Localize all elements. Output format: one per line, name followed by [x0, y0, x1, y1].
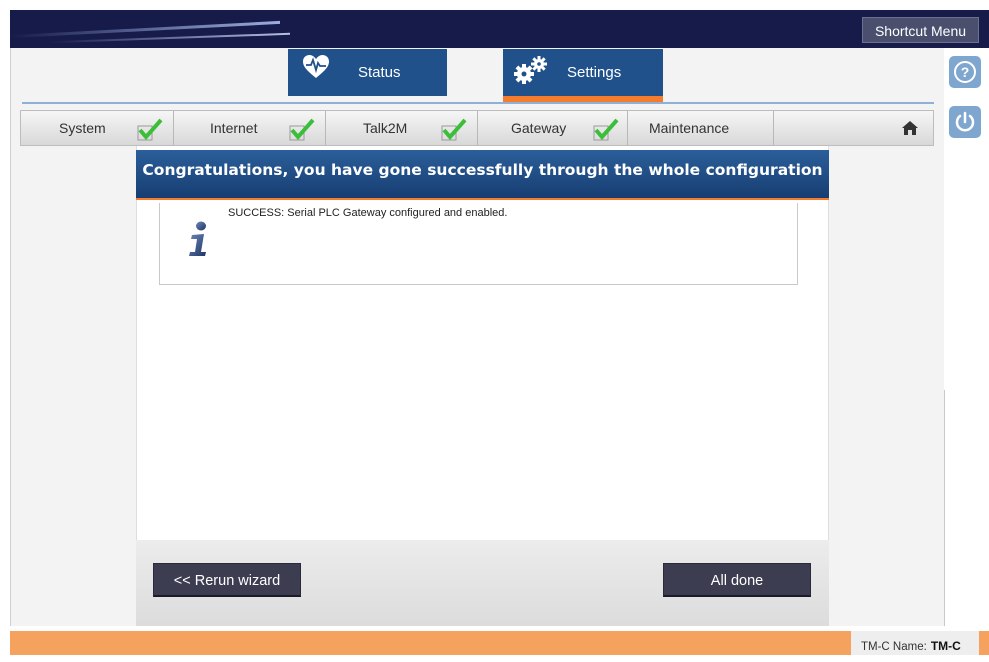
check-icon [137, 118, 163, 141]
check-icon [441, 118, 467, 141]
divider [477, 111, 478, 145]
tab-settings-label: Settings [567, 64, 622, 81]
all-done-button[interactable]: All done [663, 563, 811, 597]
congratulations-banner: Congratulations, you have gone successfu… [136, 150, 829, 200]
svg-text:?: ? [961, 64, 970, 80]
check-icon [593, 118, 619, 141]
shortcut-menu-button[interactable]: Shortcut Menu [862, 17, 979, 43]
step-system[interactable]: System [59, 111, 106, 145]
help-icon: ? [954, 61, 976, 83]
power-icon [955, 111, 975, 132]
step-internet[interactable]: Internet [210, 111, 257, 145]
home-icon[interactable] [901, 120, 919, 136]
gears-icon [514, 56, 547, 84]
tab-status-label: Status [358, 64, 401, 81]
tab-status[interactable]: Status [288, 49, 447, 96]
success-message: SUCCESS: Serial PLC Gateway configured a… [228, 207, 508, 219]
step-talk2m[interactable]: Talk2M [363, 111, 407, 145]
wizard-steps-nav: System Internet Talk2M Gateway Maintenan… [20, 110, 934, 146]
tab-settings[interactable]: Settings [503, 49, 663, 96]
top-header-bar [10, 10, 989, 48]
bottom-status-bar [10, 631, 989, 655]
device-name-label: TM-C Name: [861, 641, 927, 653]
tabs-underline [22, 102, 934, 104]
divider [627, 111, 628, 145]
divider [944, 390, 945, 626]
info-icon [189, 221, 206, 256]
rerun-wizard-button[interactable]: << Rerun wizard [153, 563, 301, 597]
divider [325, 111, 326, 145]
header-decoration [50, 32, 290, 44]
step-gateway[interactable]: Gateway [511, 111, 566, 145]
divider [173, 111, 174, 145]
check-icon [289, 118, 315, 141]
heart-icon [303, 55, 329, 78]
device-name-value: TM-C [930, 639, 961, 653]
power-button[interactable] [949, 106, 981, 138]
step-maintenance[interactable]: Maintenance [649, 111, 729, 145]
divider [773, 111, 774, 145]
device-name-box: TM-C Name: TM-C [851, 631, 979, 655]
help-button[interactable]: ? [949, 56, 981, 88]
